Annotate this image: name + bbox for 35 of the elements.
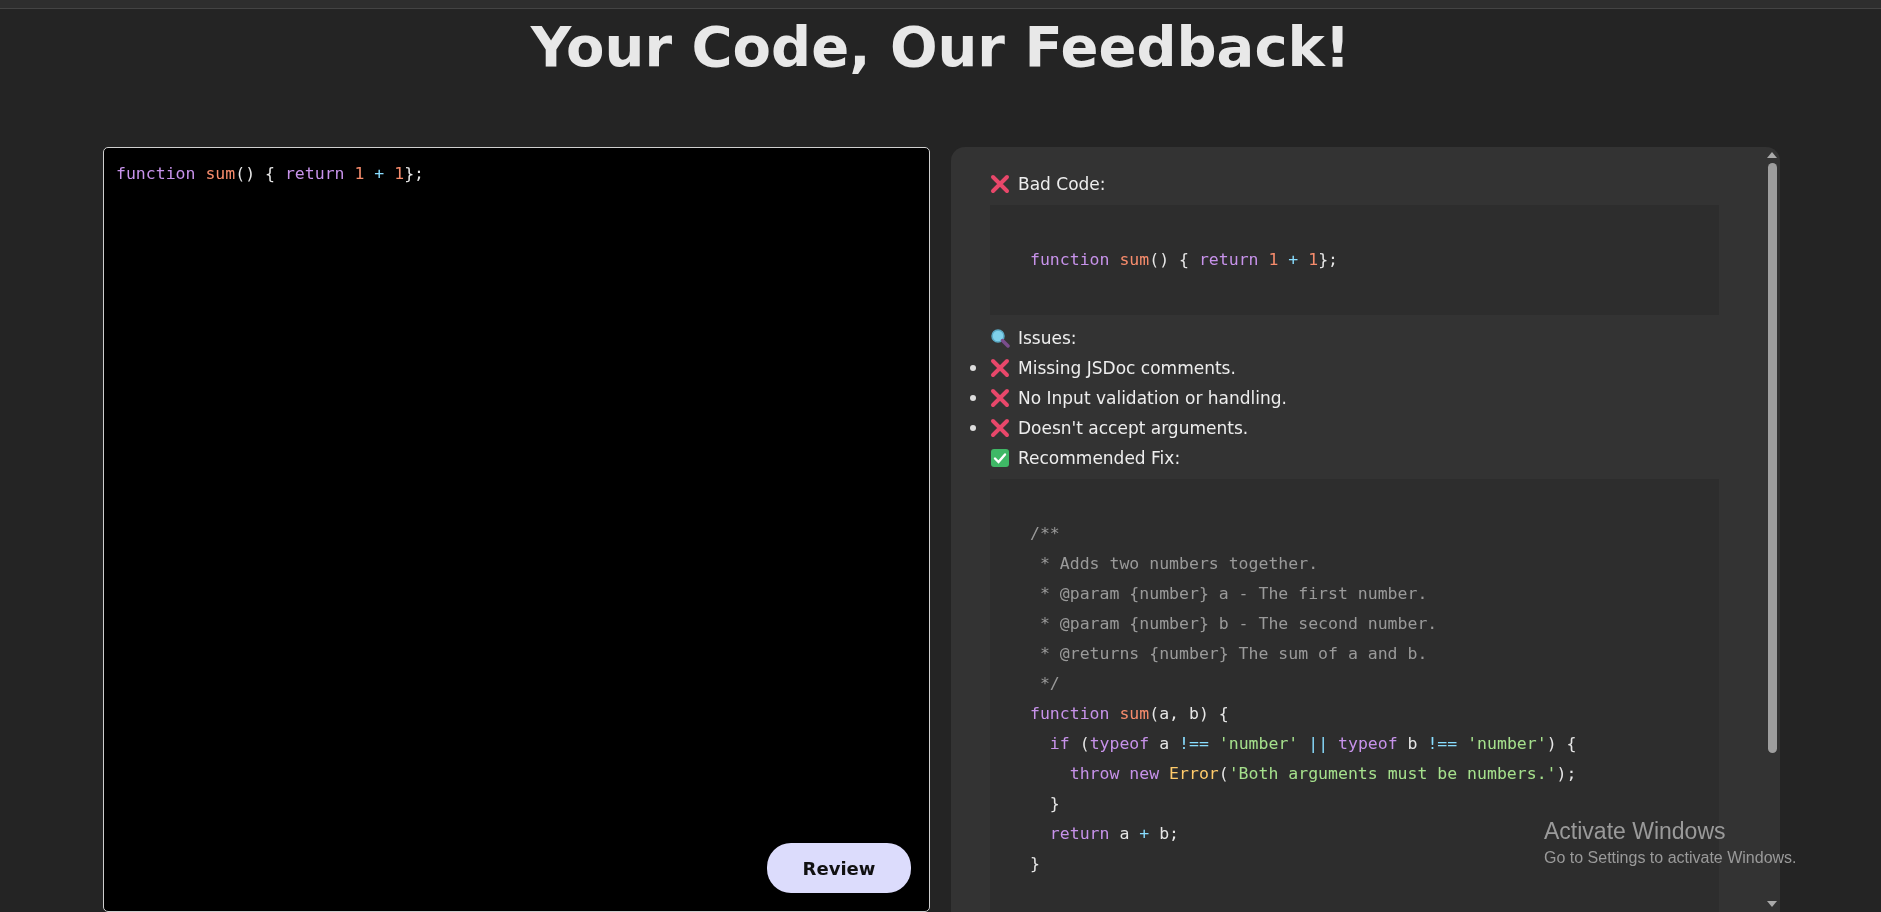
code-editor[interactable]: function sum() { return 1 + 1};: [116, 162, 911, 186]
cross-icon: [990, 418, 1010, 438]
code-line: }: [1030, 853, 1040, 875]
cross-icon: [990, 174, 1010, 194]
activation-title: Activate Windows: [1544, 818, 1727, 845]
code-line: }: [1048, 793, 1060, 815]
code-line: /**: [1030, 523, 1060, 545]
issue-text: No Input validation or handling.: [1018, 388, 1287, 408]
code-line: * @param {number} b - The second number.: [1038, 613, 1438, 635]
code-line: * @returns {number} The sum of a and b.: [1038, 643, 1428, 665]
code-line: function sum(a, b) {: [1030, 703, 1229, 725]
issue-text: Doesn't accept arguments.: [1018, 418, 1249, 438]
bullet-icon: [970, 395, 976, 401]
scroll-up-icon[interactable]: [1766, 151, 1778, 159]
section-heading: Issues:: [1018, 328, 1077, 348]
review-button[interactable]: Review: [767, 843, 911, 893]
section-heading: Bad Code:: [1018, 174, 1106, 194]
cross-icon: [990, 358, 1010, 378]
checkmark-icon: [990, 448, 1010, 468]
code-line: return a + b;: [1048, 823, 1180, 845]
code-line: function sum() { return 1 + 1};: [1030, 249, 1338, 271]
bullet-icon: [970, 425, 976, 431]
scroll-down-icon[interactable]: [1766, 900, 1778, 908]
code-line: if (typeof a !== 'number' || typeof b !== 'number') {: [1048, 733, 1577, 755]
code-line: throw new Error('Both arguments must be numbers.');: [1068, 763, 1577, 785]
page-title: Your Code, Our Feedback!: [529, 13, 1352, 81]
search-icon: [990, 328, 1010, 348]
activation-hint: Go to Settings to activate Windows.: [1544, 849, 1797, 867]
code-line: * @param {number} a - The first number.: [1038, 583, 1428, 605]
issue-text: Missing JSDoc comments.: [1018, 358, 1236, 378]
code-line: * Adds two numbers together.: [1038, 553, 1319, 575]
code-line: */: [1038, 673, 1060, 695]
bullet-icon: [970, 365, 976, 371]
cross-icon: [990, 388, 1010, 408]
section-heading: Recommended Fix:: [1018, 448, 1181, 468]
